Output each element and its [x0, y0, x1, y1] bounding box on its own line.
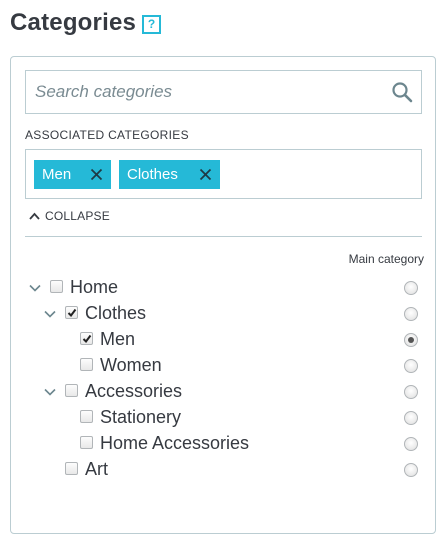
checkbox-home[interactable]: [50, 280, 63, 293]
main-category-radio-art[interactable]: [404, 463, 418, 477]
tree-row-clothes: Clothes: [11, 301, 435, 327]
tree-row-accessories: Accessories: [11, 379, 435, 405]
page-title: Categories: [10, 9, 137, 36]
tag-clothes: Clothes: [119, 160, 220, 189]
tree-item-label: Stationery: [100, 407, 182, 427]
checkbox-home-accessories[interactable]: [80, 436, 93, 449]
tree-row-home-accessories: Home Accessories: [11, 431, 435, 457]
main-category-radio-accessories[interactable]: [404, 385, 418, 399]
search-input[interactable]: [26, 71, 386, 113]
main-category-radio-home-accessories[interactable]: [404, 437, 418, 451]
tag-men: Men: [34, 160, 111, 189]
checkbox-art[interactable]: [65, 462, 78, 475]
chevron-down-icon[interactable]: [44, 308, 56, 320]
checkbox-stationery[interactable]: [80, 410, 93, 423]
categories-panel: ASSOCIATED CATEGORIES Men Clothes COLLAP…: [10, 56, 436, 534]
tree-row-art: Art: [11, 457, 435, 483]
checkbox-women[interactable]: [80, 358, 93, 371]
close-icon[interactable]: [90, 168, 103, 181]
tree-item-label: Home Accessories: [100, 433, 250, 453]
checkbox-clothes[interactable]: [65, 306, 78, 319]
checkbox-accessories[interactable]: [65, 384, 78, 397]
tree-item-label: Accessories: [85, 381, 183, 401]
tree-row-stationery: Stationery: [11, 405, 435, 431]
tree-row-women: Women: [11, 353, 435, 379]
check-icon: [67, 308, 77, 318]
chevron-up-icon: [29, 212, 40, 220]
divider: [25, 236, 422, 237]
main-category-radio-women[interactable]: [404, 359, 418, 373]
search-box: [25, 70, 422, 114]
check-icon: [82, 334, 92, 344]
associated-categories-label: ASSOCIATED CATEGORIES: [25, 128, 189, 142]
tree-item-label: Women: [100, 355, 162, 375]
collapse-label: COLLAPSE: [45, 209, 110, 223]
tag-label: Clothes: [127, 166, 178, 183]
chevron-down-icon[interactable]: [29, 282, 41, 294]
associated-tags-box: Men Clothes: [25, 149, 422, 199]
main-category-radio-home[interactable]: [404, 281, 418, 295]
help-icon[interactable]: ?: [142, 15, 161, 34]
tag-label: Men: [42, 166, 72, 183]
main-category-radio-clothes[interactable]: [404, 307, 418, 321]
main-category-radio-men[interactable]: [404, 333, 418, 347]
collapse-toggle[interactable]: COLLAPSE: [29, 209, 110, 223]
tree-item-label: Art: [85, 459, 109, 479]
chevron-down-icon[interactable]: [44, 386, 56, 398]
main-category-header: Main category: [348, 252, 424, 266]
tree-row-men: Men: [11, 327, 435, 353]
search-icon[interactable]: [391, 81, 413, 103]
tree-item-label: Home: [70, 277, 119, 297]
close-icon[interactable]: [199, 168, 212, 181]
main-category-radio-stationery[interactable]: [404, 411, 418, 425]
checkbox-men[interactable]: [80, 332, 93, 345]
tree-row-home: Home: [11, 275, 435, 301]
tree-item-label: Men: [100, 329, 136, 349]
tree-item-label: Clothes: [85, 303, 147, 323]
